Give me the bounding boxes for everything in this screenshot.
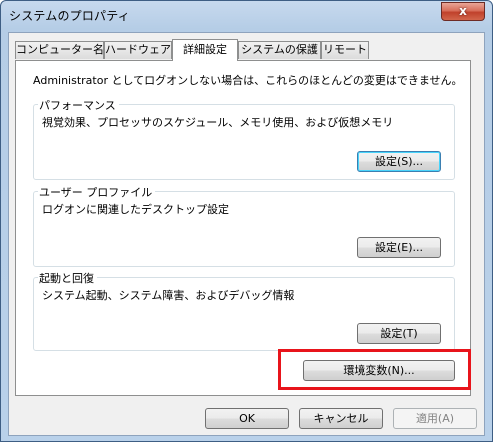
tab-advanced[interactable]: 詳細設定: [172, 39, 238, 61]
startup-recovery-group: 起動と回復 システム起動、システム障害、およびデバッグ情報 設定(T): [33, 270, 455, 351]
user-profile-group: ユーザー プロファイル ログオンに関連したデスクトップ設定 設定(E)...: [33, 184, 455, 267]
performance-settings-button[interactable]: 設定(S)...: [357, 151, 441, 172]
tab-remote[interactable]: リモート: [321, 41, 369, 59]
performance-group: パフォーマンス 視覚効果、プロセッサのスケジュール、メモリ使用、および仮想メモリ…: [33, 97, 455, 180]
user-profile-settings-button[interactable]: 設定(E)...: [357, 237, 441, 258]
cancel-button[interactable]: キャンセル: [299, 408, 383, 429]
close-icon: x: [459, 4, 467, 18]
user-profile-description: ログオンに関連したデスクトップ設定: [42, 203, 229, 216]
ok-button[interactable]: OK: [205, 408, 289, 429]
window-title: システムのプロパティ: [9, 9, 130, 23]
highlight-box: [278, 349, 471, 390]
advanced-tab-panel: Administrator としてログオンしない場合は、これらのほとんどの変更は…: [15, 60, 471, 396]
startup-recovery-group-title: 起動と回復: [38, 270, 97, 286]
tab-computer-name[interactable]: コンピューター名: [15, 41, 104, 59]
performance-description: 視覚効果、プロセッサのスケジュール、メモリ使用、および仮想メモリ: [42, 116, 394, 129]
performance-group-title: パフォーマンス: [38, 97, 119, 113]
startup-recovery-description: システム起動、システム障害、およびデバッグ情報: [42, 289, 295, 302]
user-profile-group-title: ユーザー プロファイル: [38, 184, 156, 200]
admin-notice: Administrator としてログオンしない場合は、これらのほとんどの変更は…: [33, 74, 463, 87]
apply-button[interactable]: 適用(A): [393, 408, 477, 429]
close-button[interactable]: x: [441, 2, 485, 21]
system-properties-window: システムのプロパティ x コンピューター名 ハードウェア 詳細設定 システムの保…: [0, 0, 493, 442]
startup-recovery-settings-button[interactable]: 設定(T): [357, 323, 441, 344]
title-bar[interactable]: システムのプロパティ x: [1, 1, 492, 31]
tab-system-protection[interactable]: システムの保護: [238, 41, 321, 59]
tab-hardware[interactable]: ハードウェア: [104, 41, 172, 59]
